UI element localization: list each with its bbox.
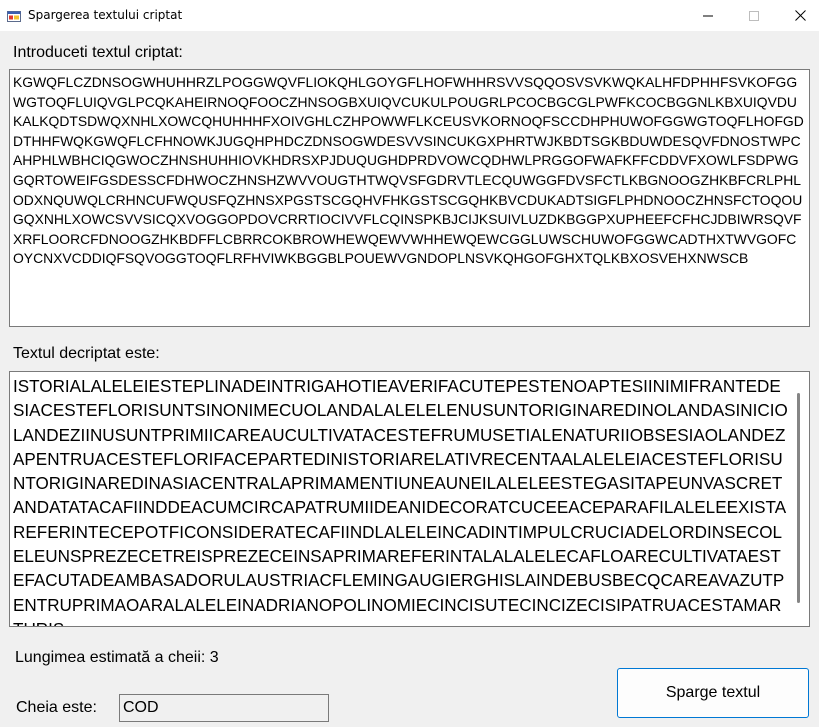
plain-text-output[interactable]: ISTORIALALELEIESTEPLINADEINTRIGAHOTIEAVE… — [9, 371, 810, 627]
key-label: Cheia este: — [16, 699, 97, 716]
plain-text-scrollbar[interactable] — [791, 373, 808, 625]
close-icon — [794, 10, 806, 21]
key-field[interactable]: COD — [119, 694, 329, 722]
maximize-button[interactable] — [731, 0, 777, 31]
title-bar: Spargerea textului criptat — [0, 0, 819, 31]
minimize-icon — [703, 15, 713, 16]
scrollbar-thumb[interactable] — [797, 393, 800, 603]
app-icon — [7, 9, 21, 23]
minimize-button[interactable] — [685, 0, 731, 31]
cipher-text-label: Introduceti textul criptat: — [13, 44, 183, 61]
crack-text-button[interactable]: Sparge textul — [617, 668, 809, 718]
cipher-text-input[interactable]: KGWQFLCZDNSOGWHUHHRZLPOGGWQVFLIOKQHLGOYG… — [9, 69, 810, 327]
plain-text-label: Textul decriptat este: — [13, 345, 160, 362]
cipher-text-value: KGWQFLCZDNSOGWHUHHRZLPOGGWQVFLIOKQHLGOYG… — [13, 74, 804, 267]
estimated-length-label: Lungimea estimată a cheii: — [15, 649, 206, 666]
close-button[interactable] — [777, 0, 819, 31]
estimated-length-value: 3 — [209, 649, 219, 666]
window-title: Spargerea textului criptat — [28, 8, 183, 22]
plain-text-value: ISTORIALALELEIESTEPLINADEINTRIGAHOTIEAVE… — [13, 377, 788, 626]
estimated-length: Lungimea estimată a cheii: 3 — [15, 649, 219, 667]
maximize-icon — [749, 10, 759, 21]
